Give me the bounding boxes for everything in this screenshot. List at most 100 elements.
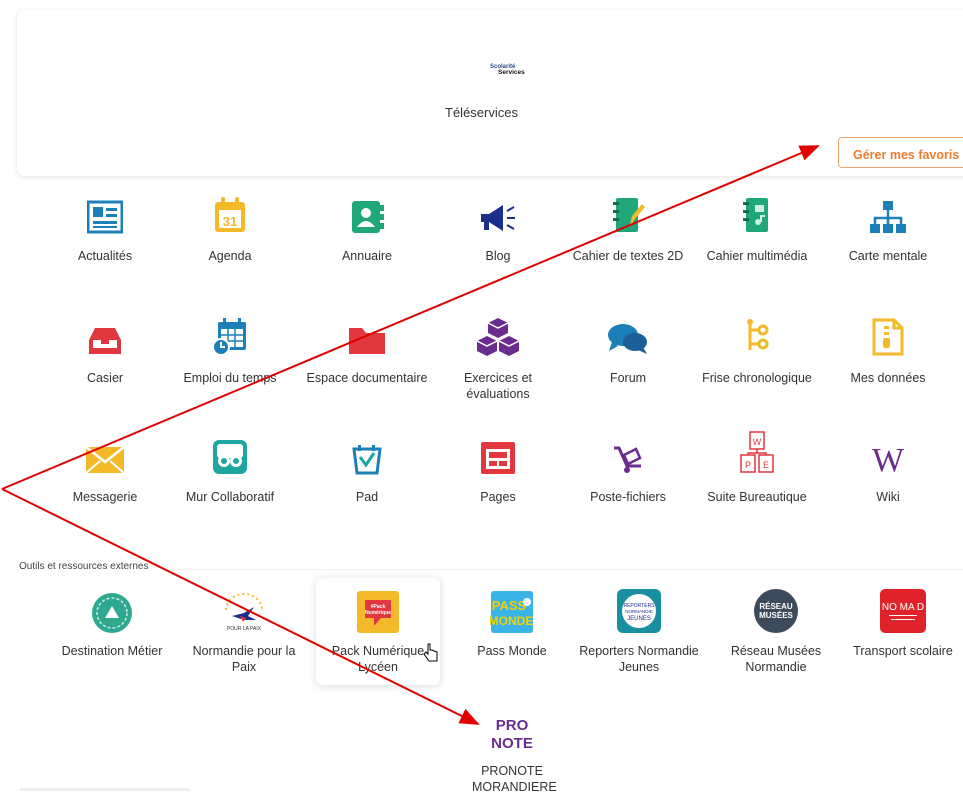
svg-text:NOTE: NOTE (491, 735, 533, 752)
app-label: Cahier de textes 2D (572, 249, 684, 263)
svg-text:Numérique: Numérique (365, 610, 391, 616)
app-tile-forum[interactable]: Forum (566, 316, 690, 386)
app-label: Exercices et évaluations (463, 371, 533, 401)
app-tile-exercices[interactable]: Exercices et évaluations (436, 316, 560, 402)
app-tile-mur-collaboratif[interactable]: Mur Collaboratif (168, 435, 292, 505)
wiki-icon: W (826, 435, 950, 475)
ext-tile-normandie-paix[interactable]: POUR LA PAIX Normandie pour la Paix (182, 588, 306, 675)
newspaper-icon (43, 194, 167, 234)
svg-text:RÉSEAU: RÉSEAU (759, 602, 793, 611)
pad-icon (305, 435, 429, 475)
svg-text:MUSÉES: MUSÉES (759, 611, 793, 620)
ext-label: Pass Monde (477, 644, 547, 658)
app-label: Cahier multimédia (706, 249, 808, 263)
app-label: Actualités (77, 249, 133, 263)
ext-label: Réseau Musées Normandie (730, 644, 822, 674)
app-label: Agenda (208, 249, 252, 263)
app-tile-espace-documentaire[interactable]: Espace documentaire (305, 316, 429, 386)
calendar-clock-icon (168, 316, 292, 356)
svg-text:W: W (753, 437, 762, 447)
logo-line-2: Services (498, 69, 525, 76)
app-label: Carte mentale (848, 249, 928, 263)
app-label: Pages (480, 490, 516, 504)
ext-label: Normandie pour la Paix (192, 644, 296, 674)
app-tile-pad[interactable]: Pad (305, 435, 429, 505)
ext-tile-pass-monde[interactable]: PASS MONDE Pass Monde (450, 588, 574, 659)
zip-file-icon (826, 316, 950, 356)
app-label: Emploi du temps (183, 371, 277, 385)
contact-book-icon (305, 194, 429, 234)
svg-text:POUR LA PAIX: POUR LA PAIX (227, 626, 262, 632)
svg-text:PASS: PASS (492, 598, 527, 613)
app-tile-poste-fichiers[interactable]: Poste-fichiers (566, 435, 690, 505)
app-label: Blog (485, 249, 511, 263)
app-label: Pad (355, 490, 379, 504)
app-tile-mes-donnees[interactable]: Mes données (826, 316, 950, 386)
app-tile-blog[interactable]: Blog (436, 194, 560, 264)
app-label: Mes données (850, 371, 926, 385)
svg-text:W: W (872, 443, 905, 475)
teleservices-header-card: Scolarité Services Téléservices (17, 10, 963, 176)
app-tile-messagerie[interactable]: Messagerie (43, 435, 167, 505)
ext-label: Destination Métier (61, 644, 163, 658)
app-tile-cahier-multimedia[interactable]: Cahier multimédia (695, 194, 819, 264)
app-label: Frise chronologique (702, 371, 812, 385)
ext-tile-reporters[interactable]: REPORTERS NORMANDIE JEUNES Reporters Norma… (577, 588, 701, 675)
ext-label: PRONOTE MORANDIERE (472, 764, 557, 794)
ext-tile-destination-metier[interactable]: Destination Métier (50, 588, 174, 659)
calendar-31-icon: 31 (168, 194, 292, 234)
pages-icon (436, 435, 560, 475)
svg-text:PRO: PRO (496, 717, 529, 734)
svg-text:NO MA D: NO MA D (882, 602, 924, 613)
svg-text:31: 31 (223, 214, 237, 229)
app-label: Poste-fichiers (590, 490, 666, 504)
app-label: Wiki (876, 490, 900, 504)
app-tile-emploi-du-temps[interactable]: Emploi du temps (168, 316, 292, 386)
app-label: Espace documentaire (306, 371, 428, 385)
ext-label: Pack Numérique Lycéen (331, 644, 425, 674)
app-label: Mur Collaboratif (185, 490, 275, 504)
inbox-tray-icon (43, 316, 167, 356)
app-tile-suite-bureautique[interactable]: W P E Suite Bureautique (695, 431, 819, 505)
folder-icon (305, 316, 429, 356)
pronote-logo: PRO NOTE (450, 708, 574, 754)
page-title: Téléservices (445, 105, 518, 120)
pack-numerique-logo: #Pack Numérique (316, 588, 440, 634)
collab-wall-icon (168, 435, 292, 475)
app-tile-casier[interactable]: Casier (43, 316, 167, 386)
nomad-logo: NO MA D (833, 588, 963, 634)
app-tile-wiki[interactable]: W Wiki (826, 435, 950, 505)
sitemap-icon (826, 194, 950, 234)
svg-text:MONDE: MONDE (490, 614, 533, 628)
app-tile-agenda[interactable]: 31 Agenda (168, 194, 292, 264)
hand-truck-icon (566, 435, 690, 475)
hand-cursor-icon (423, 643, 438, 662)
ext-tile-pronote[interactable]: PRO NOTE PRONOTE MORANDIERE (450, 708, 574, 795)
app-tile-annuaire[interactable]: Annuaire (305, 194, 429, 264)
scolarite-services-logo[interactable]: Scolarité Services (490, 64, 550, 76)
ext-label: Transport scolaire (853, 644, 953, 658)
multimedia-notebook-icon (695, 194, 819, 234)
app-tile-actualites[interactable]: Actualités (43, 194, 167, 264)
ext-tile-transport-scolaire[interactable]: NO MA D Transport scolaire (833, 588, 963, 659)
office-suite-icon: W P E (695, 431, 819, 475)
notebook-pencil-icon (566, 194, 690, 234)
pass-monde-logo: PASS MONDE (450, 588, 574, 634)
app-tile-pages[interactable]: Pages (436, 435, 560, 505)
ext-tile-pack-numerique[interactable]: #Pack Numérique Pack Numérique Lycéen (316, 588, 440, 675)
app-label: Casier (86, 371, 124, 385)
envelope-icon (43, 435, 167, 475)
app-tile-cahier-textes[interactable]: Cahier de textes 2D (566, 194, 690, 264)
manage-favorites-button[interactable]: Gérer mes favoris (838, 137, 963, 168)
reseau-musees-logo: RÉSEAU MUSÉES (714, 588, 838, 634)
app-tile-frise[interactable]: Frise chronologique (695, 316, 819, 386)
app-label: Messagerie (72, 490, 138, 504)
svg-text:JEUNES: JEUNES (627, 616, 651, 622)
cubes-icon (436, 316, 560, 356)
app-tile-carte-mentale[interactable]: Carte mentale (826, 194, 950, 264)
chat-bubbles-icon (566, 316, 690, 356)
ext-tile-reseau-musees[interactable]: RÉSEAU MUSÉES Réseau Musées Normandie (714, 588, 838, 675)
ext-label: Reporters Normandie Jeunes (579, 644, 699, 674)
external-section-title: Outils et ressources externes (19, 561, 149, 572)
megaphone-icon (436, 194, 560, 234)
